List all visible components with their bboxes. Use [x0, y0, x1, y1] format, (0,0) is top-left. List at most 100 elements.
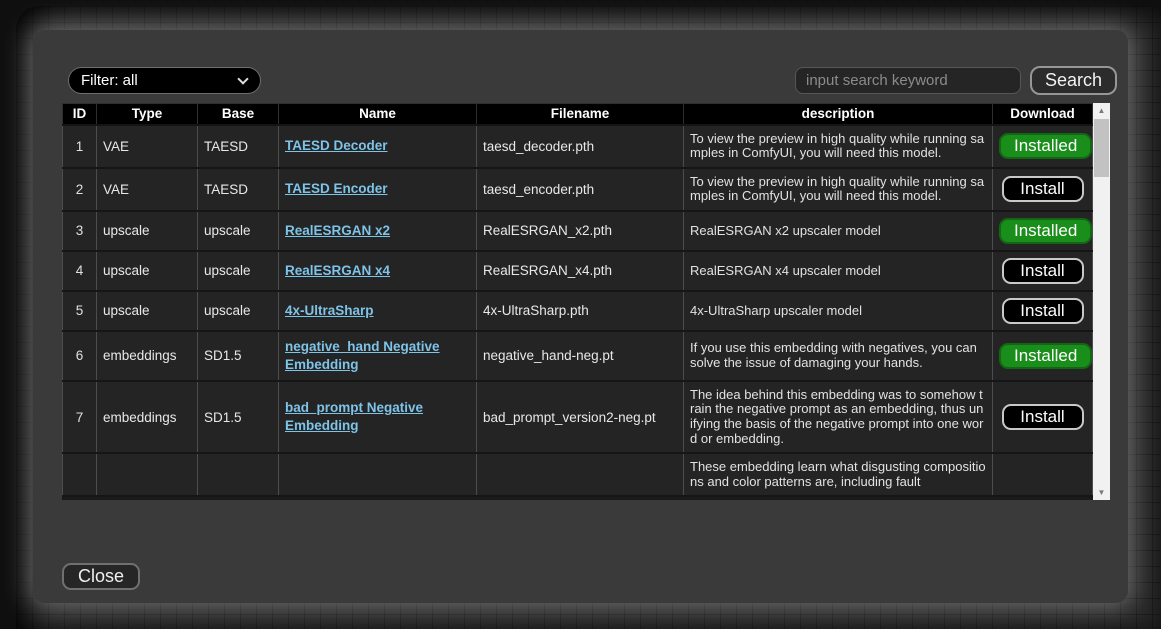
cell-name: 4x-UltraSharp [279, 291, 477, 331]
column-header: Type [97, 104, 198, 125]
table-row: 6embeddingsSD1.5negative_hand Negative E… [63, 331, 1093, 381]
cell-filename: bad_prompt_version2-neg.pt [477, 381, 684, 453]
filter-select[interactable]: Filter: all [68, 67, 261, 94]
cell-filename [477, 453, 684, 496]
cell-id: 7 [63, 381, 97, 453]
table-scrollbar[interactable]: ▲ ▼ [1093, 103, 1110, 500]
cell-name: bad_prompt Negative Embedding [279, 381, 477, 453]
cell-description: These embedding learn what disgusting co… [684, 453, 993, 496]
cell-description: RealESRGAN x4 upscaler model [684, 251, 993, 291]
cell-description: To view the preview in high quality whil… [684, 125, 993, 168]
close-button[interactable]: Close [62, 563, 140, 590]
install-button[interactable]: Install [1002, 176, 1084, 202]
cell-filename: 4x-UltraSharp.pth [477, 291, 684, 331]
column-header: ID [63, 104, 97, 125]
model-name-link[interactable]: 4x-UltraSharp [285, 303, 374, 318]
cell-name: RealESRGAN x4 [279, 251, 477, 291]
table-row: These embedding learn what disgusting co… [63, 453, 1093, 496]
search-input[interactable] [795, 67, 1021, 94]
cell-download: Install [993, 168, 1093, 211]
installed-button[interactable]: Installed [999, 343, 1092, 369]
cell-id: 2 [63, 168, 97, 211]
cell-base: TAESD [198, 125, 279, 168]
model-name-link[interactable]: RealESRGAN x2 [285, 223, 390, 238]
search-button[interactable]: Search [1030, 66, 1117, 95]
table-row: 7embeddingsSD1.5bad_prompt Negative Embe… [63, 381, 1093, 453]
cell-download: Install [993, 291, 1093, 331]
cell-id: 3 [63, 211, 97, 251]
cell-base [198, 453, 279, 496]
installed-button[interactable]: Installed [999, 218, 1092, 244]
cell-download: Install [993, 381, 1093, 453]
app-background: Filter: all Search IDTypeBaseNameFilenam… [0, 0, 1161, 629]
cell-name [279, 453, 477, 496]
install-models-dialog: Filter: all Search IDTypeBaseNameFilenam… [33, 30, 1128, 603]
cell-filename: taesd_decoder.pth [477, 125, 684, 168]
cell-download: Installed [993, 331, 1093, 381]
column-header: Filename [477, 104, 684, 125]
model-name-link[interactable]: TAESD Encoder [285, 181, 388, 196]
column-header: Download [993, 104, 1093, 125]
column-header: Base [198, 104, 279, 125]
model-name-link[interactable]: negative_hand Negative Embedding [285, 339, 440, 372]
model-name-link[interactable]: TAESD Decoder [285, 138, 388, 153]
cell-base: SD1.5 [198, 331, 279, 381]
cell-base: upscale [198, 211, 279, 251]
install-button[interactable]: Install [1002, 258, 1084, 284]
cell-id: 1 [63, 125, 97, 168]
model-name-link[interactable]: RealESRGAN x4 [285, 263, 390, 278]
cell-download: Install [993, 251, 1093, 291]
table-body: 1VAETAESDTAESD Decodertaesd_decoder.pthT… [63, 125, 1093, 497]
scrollbar-thumb[interactable] [1094, 119, 1109, 177]
installed-button[interactable]: Installed [999, 133, 1092, 159]
column-header: Name [279, 104, 477, 125]
model-name-link[interactable]: bad_prompt Negative Embedding [285, 400, 423, 433]
cell-filename: taesd_encoder.pth [477, 168, 684, 211]
table-row: 4upscaleupscaleRealESRGAN x4RealESRGAN_x… [63, 251, 1093, 291]
cell-id: 6 [63, 331, 97, 381]
cell-id: 5 [63, 291, 97, 331]
cell-description: 4x-UltraSharp upscaler model [684, 291, 993, 331]
scroll-up-arrow-icon[interactable]: ▲ [1093, 103, 1110, 118]
cell-download: Installed [993, 211, 1093, 251]
cell-type: embeddings [97, 331, 198, 381]
cell-description: RealESRGAN x2 upscaler model [684, 211, 993, 251]
cell-name: RealESRGAN x2 [279, 211, 477, 251]
table-row: 2VAETAESD TAESD Encoder taesd_encoder.pthT… [63, 168, 1093, 211]
cell-base: TAESD [198, 168, 279, 211]
cell-type: upscale [97, 211, 198, 251]
cell-id [63, 453, 97, 496]
models-table: IDTypeBaseNameFilenamedescriptionDownloa… [62, 103, 1093, 497]
cell-base: upscale [198, 251, 279, 291]
cell-type: VAE [97, 168, 198, 211]
cell-type: upscale [97, 291, 198, 331]
cell-download: Installed [993, 125, 1093, 168]
scroll-down-arrow-icon[interactable]: ▼ [1093, 485, 1110, 500]
table-row: 5upscaleupscale4x-UltraSharp4x-UltraShar… [63, 291, 1093, 331]
table-row: 1VAETAESD TAESD Decoder taesd_decoder.pthT… [63, 125, 1093, 168]
cell-filename: RealESRGAN_x4.pth [477, 251, 684, 291]
cell-filename: RealESRGAN_x2.pth [477, 211, 684, 251]
cell-name: negative_hand Negative Embedding [279, 331, 477, 381]
table-header-row: IDTypeBaseNameFilenamedescriptionDownloa… [63, 104, 1093, 125]
cell-type: embeddings [97, 381, 198, 453]
models-table-zone: IDTypeBaseNameFilenamedescriptionDownloa… [62, 103, 1110, 500]
install-button[interactable]: Install [1002, 404, 1084, 430]
cell-id: 4 [63, 251, 97, 291]
table-row: 3upscaleupscaleRealESRGAN x2RealESRGAN_x… [63, 211, 1093, 251]
cell-download [993, 453, 1093, 496]
models-table-clip: IDTypeBaseNameFilenamedescriptionDownloa… [62, 103, 1093, 500]
cell-name: TAESD Encoder [279, 168, 477, 211]
cell-filename: negative_hand-neg.pt [477, 331, 684, 381]
cell-description: If you use this embedding with negatives… [684, 331, 993, 381]
cell-type: VAE [97, 125, 198, 168]
install-button[interactable]: Install [1002, 298, 1084, 324]
cell-type: upscale [97, 251, 198, 291]
filter-dropdown-wrap: Filter: all [68, 67, 261, 94]
cell-base: SD1.5 [198, 381, 279, 453]
cell-base: upscale [198, 291, 279, 331]
column-header: description [684, 104, 993, 125]
cell-description: The idea behind this embedding was to so… [684, 381, 993, 453]
cell-name: TAESD Decoder [279, 125, 477, 168]
cell-description: To view the preview in high quality whil… [684, 168, 993, 211]
